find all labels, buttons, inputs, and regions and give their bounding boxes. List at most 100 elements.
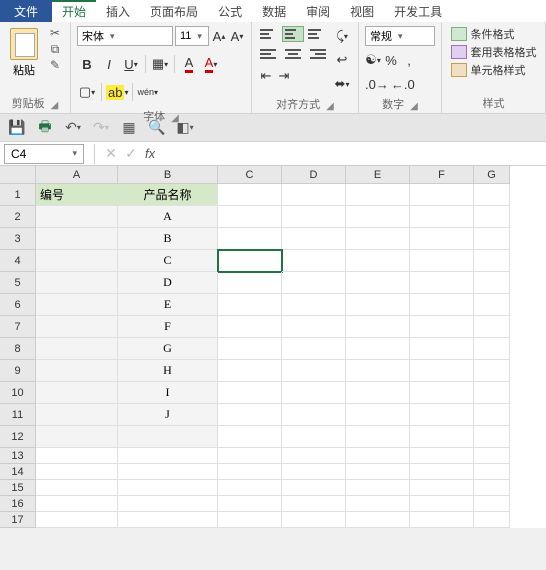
cell-C5[interactable] xyxy=(218,272,282,294)
cell-G4[interactable] xyxy=(474,250,510,272)
cell-A4[interactable] xyxy=(36,250,118,272)
comma-button[interactable]: , xyxy=(401,50,417,70)
cell-A11[interactable] xyxy=(36,404,118,426)
row-header[interactable]: 5 xyxy=(0,272,36,294)
cell-F11[interactable] xyxy=(410,404,474,426)
cell-G14[interactable] xyxy=(474,464,510,480)
cell-A7[interactable] xyxy=(36,316,118,338)
cell-D5[interactable] xyxy=(282,272,346,294)
undo-button[interactable]: ↶▾ xyxy=(64,119,82,137)
tab-formulas[interactable]: 公式 xyxy=(208,0,252,22)
cell-F10[interactable] xyxy=(410,382,474,404)
cell-B15[interactable] xyxy=(118,480,218,496)
cell-E5[interactable] xyxy=(346,272,410,294)
cell-D15[interactable] xyxy=(282,480,346,496)
tab-data[interactable]: 数据 xyxy=(252,0,296,22)
italic-button[interactable]: I xyxy=(99,54,119,74)
cell-A13[interactable] xyxy=(36,448,118,464)
tab-view[interactable]: 视图 xyxy=(340,0,384,22)
cell-D16[interactable] xyxy=(282,496,346,512)
row-header[interactable]: 14 xyxy=(0,464,36,480)
cell-F4[interactable] xyxy=(410,250,474,272)
accept-formula-button[interactable]: ✓ xyxy=(121,145,141,162)
align-bottom-button[interactable] xyxy=(306,26,328,42)
fx-label[interactable]: fx xyxy=(145,146,155,161)
fill-border-button[interactable]: ▢▾ xyxy=(77,82,97,102)
formula-input[interactable] xyxy=(155,147,546,161)
cell-C15[interactable] xyxy=(218,480,282,496)
col-header-E[interactable]: E xyxy=(346,166,410,184)
cell-E17[interactable] xyxy=(346,512,410,528)
cell-E4[interactable] xyxy=(346,250,410,272)
cell-F16[interactable] xyxy=(410,496,474,512)
cell-C2[interactable] xyxy=(218,206,282,228)
cell-C16[interactable] xyxy=(218,496,282,512)
cell-C7[interactable] xyxy=(218,316,282,338)
qat-item-2[interactable]: 🔍 xyxy=(148,119,166,137)
align-right-button[interactable] xyxy=(306,46,328,62)
cell-B1[interactable]: 产品名称 xyxy=(118,184,218,206)
font-color-a-button[interactable]: A xyxy=(179,54,199,74)
row-header[interactable]: 3 xyxy=(0,228,36,250)
row-header[interactable]: 7 xyxy=(0,316,36,338)
qat-item-1[interactable]: ▦ xyxy=(120,119,138,137)
cell-G10[interactable] xyxy=(474,382,510,404)
merge-button[interactable]: ⬌▾ xyxy=(332,74,352,94)
align-center-button[interactable] xyxy=(282,46,304,62)
format-painter-button[interactable]: ✎ xyxy=(46,58,64,72)
grow-font-button[interactable]: A▴ xyxy=(211,26,227,46)
cell-A10[interactable] xyxy=(36,382,118,404)
cell-A8[interactable] xyxy=(36,338,118,360)
cell-F15[interactable] xyxy=(410,480,474,496)
row-header[interactable]: 2 xyxy=(0,206,36,228)
cell-F13[interactable] xyxy=(410,448,474,464)
fill-color-button[interactable]: ab▾ xyxy=(106,82,128,102)
cell-A3[interactable] xyxy=(36,228,118,250)
cell-C14[interactable] xyxy=(218,464,282,480)
alignment-launcher[interactable]: ◢ xyxy=(326,101,334,112)
decrease-indent-button[interactable]: ⇤ xyxy=(258,66,274,86)
cell-D8[interactable] xyxy=(282,338,346,360)
cell-D7[interactable] xyxy=(282,316,346,338)
cell-A6[interactable] xyxy=(36,294,118,316)
row-header[interactable]: 4 xyxy=(0,250,36,272)
cell-G17[interactable] xyxy=(474,512,510,528)
name-box[interactable]: C4 ▾ xyxy=(4,144,84,164)
tab-developer[interactable]: 开发工具 xyxy=(384,0,452,22)
cell-D1[interactable] xyxy=(282,184,346,206)
wrap-text-button[interactable]: ↩ xyxy=(332,50,352,70)
cell-A14[interactable] xyxy=(36,464,118,480)
row-header[interactable]: 10 xyxy=(0,382,36,404)
cell-D4[interactable] xyxy=(282,250,346,272)
cell-B17[interactable] xyxy=(118,512,218,528)
paste-button[interactable]: 粘贴 xyxy=(6,26,42,80)
row-header[interactable]: 8 xyxy=(0,338,36,360)
number-launcher[interactable]: ◢ xyxy=(410,101,418,112)
cell-G1[interactable] xyxy=(474,184,510,206)
cell-C10[interactable] xyxy=(218,382,282,404)
cell-D2[interactable] xyxy=(282,206,346,228)
print-button[interactable]: 🖶 xyxy=(36,119,54,137)
cell-B9[interactable]: H xyxy=(118,360,218,382)
cell-D11[interactable] xyxy=(282,404,346,426)
col-header-C[interactable]: C xyxy=(218,166,282,184)
cell-F7[interactable] xyxy=(410,316,474,338)
clipboard-launcher[interactable]: ◢ xyxy=(51,100,59,111)
row-header[interactable]: 15 xyxy=(0,480,36,496)
cell-F6[interactable] xyxy=(410,294,474,316)
col-header-G[interactable]: G xyxy=(474,166,510,184)
cell-A2[interactable] xyxy=(36,206,118,228)
col-header-F[interactable]: F xyxy=(410,166,474,184)
cell-F17[interactable] xyxy=(410,512,474,528)
align-middle-button[interactable] xyxy=(282,26,304,42)
cell-F8[interactable] xyxy=(410,338,474,360)
align-top-button[interactable] xyxy=(258,26,280,42)
cell-G2[interactable] xyxy=(474,206,510,228)
cell-E15[interactable] xyxy=(346,480,410,496)
row-header[interactable]: 12 xyxy=(0,426,36,448)
cell-E13[interactable] xyxy=(346,448,410,464)
cell-B16[interactable] xyxy=(118,496,218,512)
currency-button[interactable]: ☯▾ xyxy=(365,50,381,70)
cell-E8[interactable] xyxy=(346,338,410,360)
cell-G5[interactable] xyxy=(474,272,510,294)
